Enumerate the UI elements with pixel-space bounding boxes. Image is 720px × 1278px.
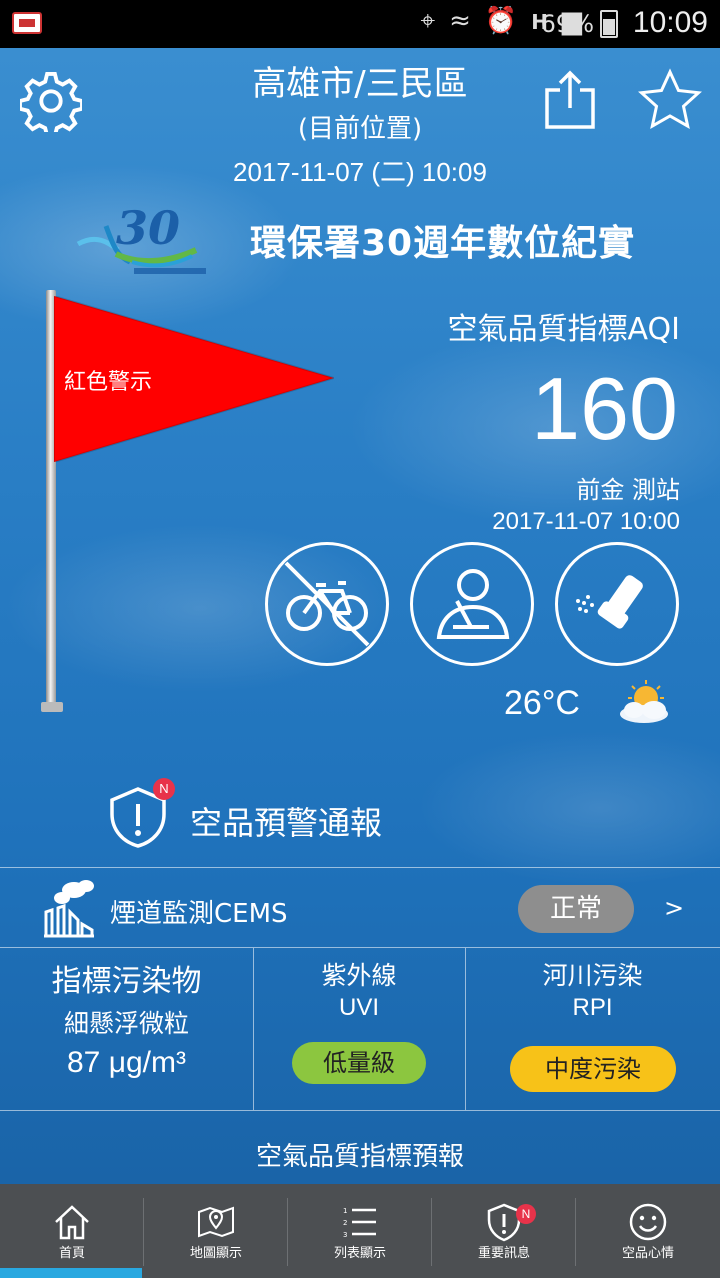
svg-text:30: 30 — [116, 201, 180, 255]
notification-icon — [12, 12, 42, 34]
new-badge: N — [516, 1204, 536, 1224]
svg-text:2: 2 — [343, 1219, 347, 1227]
flag-pole-base — [41, 702, 63, 712]
aqi-update-time: 2017-11-07 10:00 — [492, 508, 680, 535]
current-datetime: 2017-11-07 (二) 10:09 — [233, 157, 487, 187]
anniversary-logo[interactable]: 30 — [72, 192, 212, 282]
partly-cloudy-icon — [620, 680, 668, 723]
share-icon[interactable] — [544, 70, 596, 130]
rpi-subtitle: RPI — [572, 994, 613, 1021]
home-icon — [55, 1205, 89, 1240]
pollutant-value: 87 μg/m³ — [67, 1046, 186, 1079]
location-note: (目前位置) — [297, 114, 423, 144]
battery-icon — [600, 10, 618, 38]
battery-percent: 69% — [540, 10, 594, 38]
tab-label: 重要訊息 — [477, 1246, 530, 1261]
aqi-value[interactable]: 160 — [531, 358, 678, 460]
temperature: 26°C — [504, 684, 580, 722]
status-time: 10:09 — [632, 6, 708, 39]
tab-mood[interactable]: 空品心情 — [576, 1184, 720, 1278]
air-quality-alert-label[interactable]: 空品預警通報 — [190, 798, 382, 844]
svg-text:3: 3 — [343, 1231, 347, 1239]
tab-label: 空品心情 — [621, 1246, 674, 1261]
tab-label: 地圖顯示 — [189, 1246, 242, 1261]
favorite-star-icon[interactable] — [638, 68, 702, 132]
stay-indoors-icon[interactable] — [410, 542, 534, 666]
location-title: 高雄市/三民區 — [252, 64, 468, 104]
tab-important-news[interactable]: N 重要訊息 — [432, 1184, 576, 1278]
flag-warning-label: 紅色警示 — [64, 370, 153, 395]
new-badge: N — [153, 778, 175, 800]
pollutant-title: 指標污染物 — [51, 964, 202, 999]
uvi-title: 紫外線 — [321, 961, 397, 990]
rpi-title: 河川污染 — [542, 961, 643, 990]
anniversary-banner-text[interactable]: 環保署30週年數位紀實 — [250, 214, 635, 266]
rpi-level-badge[interactable]: 中度污染 — [510, 1046, 676, 1092]
aqi-forecast-link[interactable]: 空氣品質指標預報 — [0, 1136, 720, 1173]
uvi-subtitle: UVI — [338, 994, 379, 1021]
inhaler-icon[interactable] — [555, 542, 679, 666]
tab-label: 首頁 — [58, 1246, 85, 1261]
bottom-tab-bar: 首頁 地圖顯示 1 2 3 列表顯示 N 重要訊息 空品心情 — [0, 1184, 720, 1278]
no-cycling-icon[interactable] — [265, 542, 389, 666]
chevron-right-icon[interactable]: > — [664, 894, 684, 922]
map-icon — [198, 1206, 234, 1238]
pollutant-name: 細懸浮微粒 — [63, 1009, 189, 1038]
factory-chimney-icon — [44, 880, 94, 938]
uvi-level-badge[interactable]: 低量級 — [292, 1042, 426, 1084]
tab-map[interactable]: 地圖顯示 — [144, 1184, 288, 1278]
tab-label: 列表顯示 — [333, 1246, 386, 1261]
smiley-icon — [629, 1203, 667, 1241]
vibrate-off-icon: ≈ — [449, 6, 471, 36]
divider — [0, 1110, 720, 1111]
cems-label[interactable]: 煙道監測CEMS — [110, 893, 288, 930]
cems-status-badge[interactable]: 正常 — [518, 885, 634, 933]
alarm-icon: ⏰ — [484, 6, 518, 36]
status-bar: ⌖ ≈ ⏰ H ▆ 69% 10:09 — [0, 0, 720, 48]
tab-list[interactable]: 1 2 3 列表顯示 — [288, 1184, 432, 1278]
active-tab-indicator — [0, 1268, 142, 1278]
aqi-station: 前金 測站 — [576, 476, 680, 504]
list-icon: 1 2 3 — [343, 1207, 376, 1239]
aqi-title: 空氣品質指標AQI — [447, 312, 680, 347]
divider — [0, 947, 720, 948]
location-icon: ⌖ — [420, 6, 436, 36]
divider — [0, 867, 720, 868]
tab-home[interactable]: 首頁 — [0, 1184, 144, 1278]
svg-text:1: 1 — [343, 1207, 347, 1215]
